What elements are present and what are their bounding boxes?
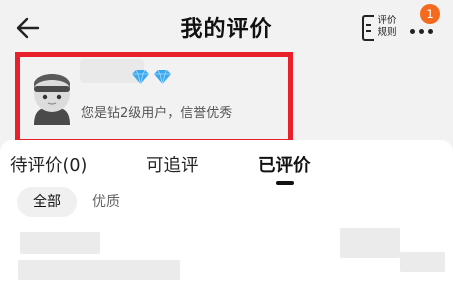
dot [428, 29, 433, 34]
filter-quality[interactable]: 优质 [92, 187, 120, 217]
review-rules-button[interactable]: 评价 规则 [362, 13, 400, 43]
tab-pending-review[interactable]: 待评价(0) [10, 152, 87, 177]
user-level-text: 您是钻2级用户，信誉优秀 [81, 106, 233, 121]
avatar [34, 74, 70, 125]
blurred-content [340, 228, 400, 258]
blurred-content [400, 252, 445, 272]
user-profile-card[interactable]: 您是钻2级用户，信誉优秀 [15, 52, 293, 144]
review-content-panel: 待评价(0) 可追评 已评价 全部 优质 [0, 140, 453, 300]
tab-follow-up-review[interactable]: 可追评 [146, 152, 199, 177]
blurred-content [20, 232, 100, 254]
diamond-level-icon [132, 69, 171, 85]
dot [410, 29, 415, 34]
active-tab-indicator [276, 181, 294, 185]
tab-reviewed[interactable]: 已评价 [258, 152, 311, 177]
top-bar: 我的评价 评价 规则 1 [0, 0, 453, 56]
blurred-content [18, 260, 180, 280]
review-rules-label: 评价 规则 [377, 15, 397, 38]
dot [419, 29, 424, 34]
notification-badge: 1 [420, 4, 440, 24]
filter-all[interactable]: 全部 [17, 187, 77, 217]
rules-icon [362, 15, 374, 41]
more-button[interactable]: 1 [406, 4, 446, 44]
